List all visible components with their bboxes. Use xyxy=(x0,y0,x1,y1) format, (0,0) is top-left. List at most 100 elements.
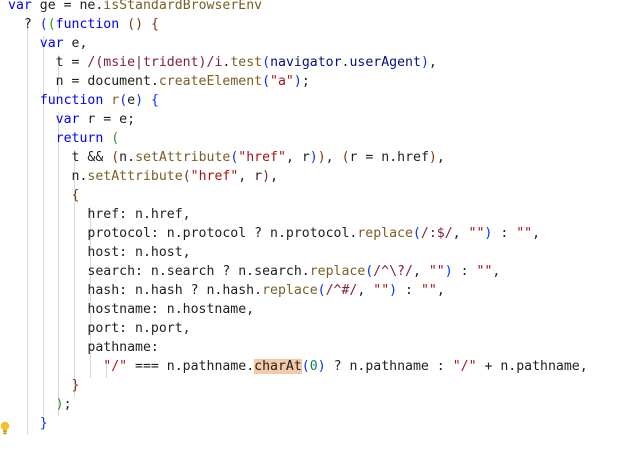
code-line: var e, xyxy=(8,34,88,53)
code-line: protocol: n.protocol ? n.protocol.replac… xyxy=(8,224,540,243)
code-token: "" xyxy=(373,283,390,298)
code-line: n.setAttribute("href", r), xyxy=(8,167,279,186)
code-token: { xyxy=(151,93,159,108)
code-token: ) xyxy=(317,150,326,165)
code-token: ( xyxy=(47,17,56,32)
code-token: "" xyxy=(428,264,445,279)
code-line: hostname: n.hostname, xyxy=(8,300,254,319)
code-token: ) xyxy=(309,150,318,165)
code-token: "href" xyxy=(190,169,239,184)
code-token: === n.pathname. xyxy=(127,359,255,374)
code-token: "/" xyxy=(103,359,128,374)
code-token: , xyxy=(357,283,374,298)
code-editor[interactable]: var ge = ne.isStandardBrowserEnv ? ((fun… xyxy=(0,0,628,446)
code-line: port: n.port, xyxy=(8,319,191,338)
code-token: n = document. xyxy=(8,74,159,89)
code-token: "" xyxy=(468,226,485,241)
code-token: ; xyxy=(63,397,72,412)
code-token: ( xyxy=(317,283,326,298)
code-token: function xyxy=(55,17,120,32)
code-line: function r(e) { xyxy=(8,91,159,110)
code-token: hostname: n.hostname, xyxy=(8,302,255,317)
code-token: "href" xyxy=(238,150,286,165)
code-token: n. xyxy=(8,169,88,184)
code-token: r = n.href xyxy=(349,150,429,165)
code-token: : xyxy=(397,283,421,298)
code-token: search: n.search ? n.search. xyxy=(8,264,310,279)
code-token: ( xyxy=(119,93,128,108)
code-token: , xyxy=(412,264,429,279)
code-token: replace xyxy=(357,226,413,241)
code-token: ) xyxy=(420,55,429,70)
code-token: } xyxy=(71,378,80,393)
code-token: ) xyxy=(428,150,437,165)
code-token: "/" xyxy=(452,359,477,374)
code-token: isStandardBrowserEnv xyxy=(103,0,263,13)
code-line: search: n.search ? n.search.replace(/^\?… xyxy=(8,262,500,281)
code-token: , xyxy=(325,150,342,165)
code-token: , xyxy=(492,264,501,279)
code-token: e xyxy=(127,93,136,108)
code-token: port: n.port, xyxy=(8,321,191,336)
code-token: /:$/ xyxy=(420,226,453,241)
code-token: ; xyxy=(301,74,310,89)
code-token: ) xyxy=(293,74,302,89)
code-token: { xyxy=(71,188,80,203)
code-token: var xyxy=(55,112,80,127)
code-token: ) xyxy=(317,359,326,374)
code-token: host: n.host, xyxy=(8,245,191,260)
code-line: { xyxy=(8,186,80,205)
code-line: hash: n.hash ? n.hash.replace(/^#/, "") … xyxy=(8,281,444,300)
code-token: ( xyxy=(39,17,48,32)
code-token: ( xyxy=(412,226,421,241)
code-token: pathname: xyxy=(8,340,159,355)
code-token: , xyxy=(452,226,469,241)
code-token: , xyxy=(270,169,279,184)
code-token: replace xyxy=(262,283,318,298)
code-token: ( xyxy=(341,150,350,165)
code-line xyxy=(8,433,24,452)
code-token: return xyxy=(55,131,104,146)
code-token: ) xyxy=(444,264,453,279)
code-token: function xyxy=(39,93,104,108)
code-token: ( xyxy=(111,150,120,165)
code-token: ( xyxy=(182,169,191,184)
code-token: ) xyxy=(55,397,64,412)
code-token: , xyxy=(436,150,445,165)
code-token: createElement xyxy=(158,74,263,89)
code-token: hash: n.hash ? n.hash. xyxy=(8,283,263,298)
code-line: var ge = ne.isStandardBrowserEnv xyxy=(8,0,262,15)
lightbulb-icon[interactable] xyxy=(0,421,10,435)
code-line: ); xyxy=(8,395,72,414)
code-token: href: n.href, xyxy=(8,207,191,222)
code-line: t && (n.setAttribute("href", r)), (r = n… xyxy=(8,148,445,167)
code-line: var r = e; xyxy=(8,110,135,129)
code-token: 0 xyxy=(309,359,318,374)
code-token: n. xyxy=(119,150,136,165)
code-line: return ( xyxy=(8,129,120,148)
code-token: ? n.pathname : xyxy=(325,359,453,374)
code-token: ( xyxy=(262,74,271,89)
code-token: ( xyxy=(111,131,120,146)
code-token: "a" xyxy=(270,74,294,89)
code-token: : xyxy=(492,226,517,241)
code-token: "" xyxy=(420,283,437,298)
code-token: + n.pathname, xyxy=(476,359,588,374)
code-token: userAgent xyxy=(349,55,421,70)
code-line: ? ((function () { xyxy=(8,15,159,34)
code-token: var xyxy=(39,36,64,51)
code-token: r = e; xyxy=(79,112,136,127)
code-line: t = /(msie|trident)/i.test(navigator.use… xyxy=(8,53,437,72)
code-token: ge = ne. xyxy=(31,0,104,13)
code-token: protocol: n.protocol ? n.protocol. xyxy=(8,226,358,241)
